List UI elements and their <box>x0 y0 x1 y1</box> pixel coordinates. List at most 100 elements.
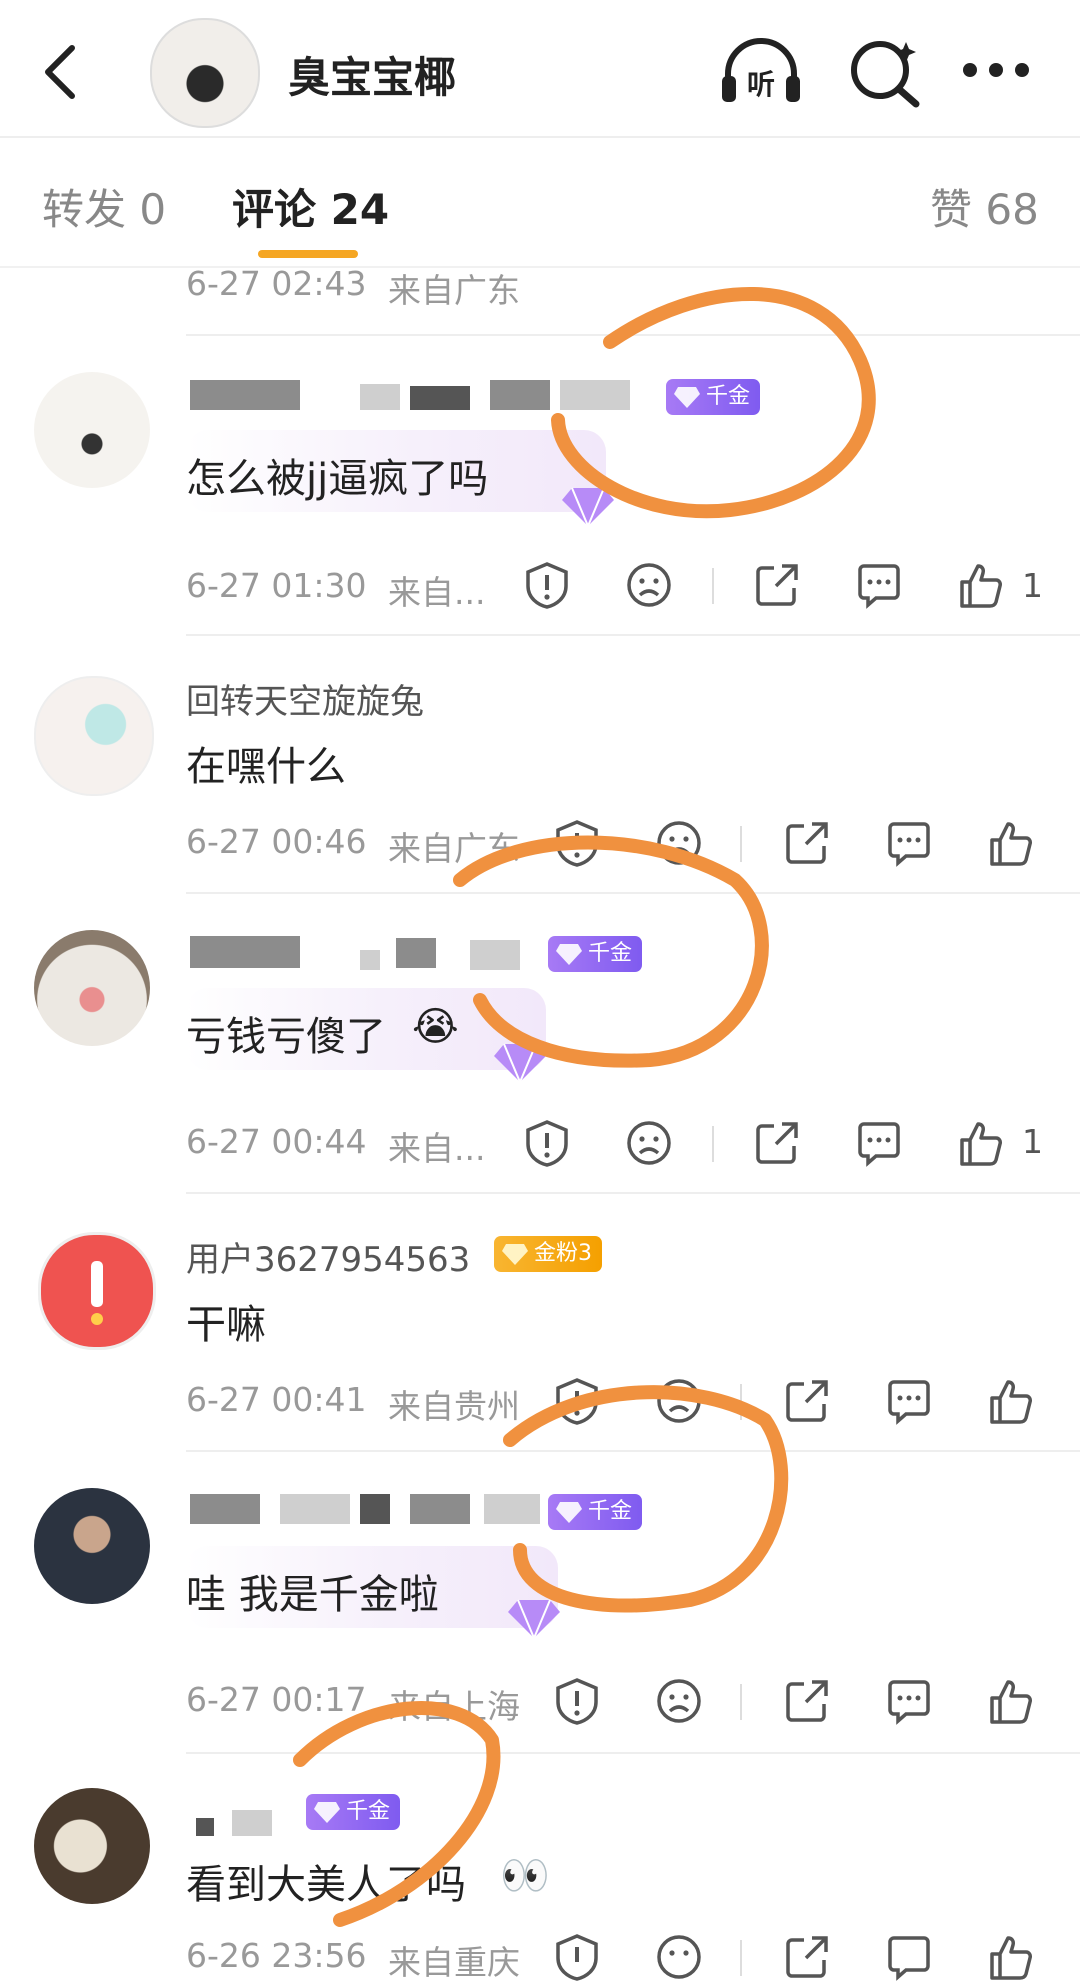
vip-badge[interactable]: 千金 <box>306 1794 401 1830</box>
comment-divider <box>186 1450 1080 1452</box>
diamond-decoration-icon <box>508 1599 560 1641</box>
exclamation-avatar-icon <box>91 1261 103 1325</box>
comment-location: 来自... <box>388 573 486 612</box>
comment-divider <box>186 1192 1080 1194</box>
reply-icon[interactable] <box>884 1376 934 1426</box>
listen-label: 听 <box>747 68 775 101</box>
report-icon[interactable] <box>552 1676 602 1726</box>
comment-time: 6-27 01:30 <box>186 566 367 605</box>
comment-avatar[interactable] <box>38 1232 156 1350</box>
share-icon[interactable] <box>782 818 832 868</box>
redacted-name <box>410 386 470 410</box>
crying-emoji: 😭 <box>412 1004 459 1050</box>
reply-icon[interactable] <box>884 818 934 868</box>
like-count: 1 <box>1022 1122 1043 1161</box>
dislike-face-icon[interactable] <box>624 560 674 610</box>
badge-label: 千金 <box>706 384 751 409</box>
share-icon[interactable] <box>782 1676 832 1726</box>
report-icon[interactable] <box>522 1118 572 1168</box>
action-separator <box>740 1940 742 1976</box>
diamond-decoration-icon <box>562 487 614 529</box>
reply-icon[interactable] <box>854 560 904 610</box>
tab-comments[interactable]: 评论 24 <box>232 176 389 237</box>
comment-time: 6-27 02:43 <box>186 264 367 303</box>
share-icon[interactable] <box>782 1932 832 1982</box>
comment-avatar[interactable] <box>34 676 154 796</box>
comment-time: 6-27 00:46 <box>186 822 367 861</box>
redacted-name <box>360 384 400 410</box>
commenter-name[interactable]: 回转天空旋旋兔 <box>186 674 424 723</box>
comment-location: 来自上海 <box>388 1687 520 1726</box>
comment-avatar[interactable] <box>34 1788 150 1904</box>
page-title[interactable]: 臭宝宝椰 <box>288 44 456 105</box>
redacted-name <box>396 938 436 968</box>
redacted-name <box>490 380 550 410</box>
report-icon[interactable] <box>522 560 572 610</box>
eyes-emoji: 👀 <box>500 1853 550 1899</box>
like-count: 1 <box>1022 566 1043 605</box>
like-icon[interactable] <box>986 1676 1036 1726</box>
comment-divider <box>186 1752 1080 1754</box>
comment-location: 来自... <box>388 1129 486 1168</box>
redacted-name <box>190 936 300 968</box>
comment-avatar[interactable] <box>34 372 150 488</box>
action-separator <box>740 1384 742 1420</box>
comment-location: 来自广东 <box>388 271 520 310</box>
tab-repost[interactable]: 转发 0 <box>42 176 166 237</box>
redacted-name <box>190 380 300 410</box>
vip-badge[interactable]: 千金 <box>548 936 643 972</box>
report-icon[interactable] <box>552 1376 602 1426</box>
search-icon[interactable] <box>846 36 926 108</box>
like-icon[interactable] <box>986 818 1036 868</box>
comment-divider <box>186 634 1080 636</box>
back-arrow-icon[interactable] <box>40 42 80 102</box>
reply-icon[interactable] <box>884 1932 934 1982</box>
tab-active-indicator <box>258 250 358 258</box>
redacted-name <box>196 1818 214 1836</box>
report-icon[interactable] <box>552 1932 602 1982</box>
action-separator <box>712 568 714 604</box>
comment-avatar[interactable] <box>34 930 150 1046</box>
vip-badge[interactable]: 千金 <box>548 1494 643 1530</box>
fan-badge[interactable]: 金粉3 <box>494 1236 602 1272</box>
commenter-name[interactable]: 用户3627954563 <box>186 1232 470 1281</box>
comment-divider <box>186 892 1080 894</box>
reply-icon[interactable] <box>854 1118 904 1168</box>
comment-text: 亏钱亏傻了 <box>186 1014 386 1060</box>
report-icon[interactable] <box>552 818 602 868</box>
like-icon[interactable] <box>956 560 1006 610</box>
listen-icon[interactable]: 听 <box>718 36 804 108</box>
gold-diamond-icon <box>502 1244 528 1265</box>
tab-likes[interactable]: 赞 68 <box>930 176 1039 237</box>
dislike-face-icon[interactable] <box>624 1118 674 1168</box>
dislike-face-icon[interactable] <box>654 1676 704 1726</box>
dislike-face-icon[interactable] <box>654 1932 704 1982</box>
tabs-divider <box>0 266 1080 268</box>
dislike-face-icon[interactable] <box>654 818 704 868</box>
more-icon[interactable] <box>960 58 1032 82</box>
comment-time: 6-27 00:44 <box>186 1122 367 1161</box>
like-icon[interactable] <box>956 1118 1006 1168</box>
like-icon[interactable] <box>986 1376 1036 1426</box>
comment-text: 哇 我是千金啦 <box>186 1572 439 1618</box>
share-icon[interactable] <box>752 1118 802 1168</box>
action-separator <box>740 1684 742 1720</box>
vip-badge[interactable]: 千金 <box>666 379 761 415</box>
redacted-name <box>360 950 380 970</box>
diamond-decoration-icon <box>494 1043 546 1085</box>
like-icon[interactable] <box>986 1932 1036 1982</box>
profile-avatar[interactable] <box>150 18 260 128</box>
share-icon[interactable] <box>752 560 802 610</box>
diamond-icon <box>556 944 582 965</box>
share-icon[interactable] <box>782 1376 832 1426</box>
comment-time: 6-27 00:41 <box>186 1380 367 1419</box>
reply-icon[interactable] <box>884 1676 934 1726</box>
comment-divider <box>186 334 1080 336</box>
comment-text: 干嘛 <box>186 1302 266 1348</box>
dislike-face-icon[interactable] <box>654 1376 704 1426</box>
diamond-icon <box>314 1802 340 1823</box>
action-separator <box>712 1126 714 1162</box>
comment-location: 来自贵州 <box>388 1387 520 1426</box>
badge-label: 千金 <box>588 1499 633 1524</box>
comment-avatar[interactable] <box>34 1488 150 1604</box>
